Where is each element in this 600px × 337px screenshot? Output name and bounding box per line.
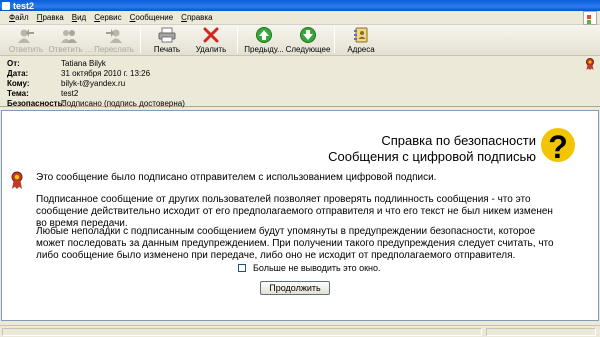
help-question-icon: ? <box>540 127 576 167</box>
to-label: Кому: <box>7 79 30 88</box>
continue-button[interactable]: Продолжить <box>260 281 330 295</box>
header-to-row: Кому: bilyk-t@yandex.ru <box>7 79 125 89</box>
delete-button[interactable]: Удалить <box>189 25 233 56</box>
status-bar <box>0 325 600 337</box>
toolbar-separator <box>237 27 238 53</box>
print-button[interactable]: Печать <box>145 25 189 56</box>
reply-all-button[interactable]: Ответить ... <box>48 25 92 56</box>
intro-text: Это сообщение было подписано отправителе… <box>36 172 437 183</box>
security-label: Безопасность: <box>7 99 66 108</box>
from-label: От: <box>7 59 20 68</box>
subject-label: Тема: <box>7 89 29 98</box>
window-title: test2 <box>13 0 35 11</box>
address-book-icon <box>352 27 370 43</box>
help-title: Справка по безопасности Сообщения с цифр… <box>328 133 536 164</box>
menu-edit[interactable]: Правка <box>37 13 64 22</box>
menu-help[interactable]: Справка <box>181 13 212 22</box>
signature-badge-icon[interactable] <box>585 58 595 70</box>
menu-tools[interactable]: Сервис <box>94 13 121 22</box>
paragraph-warnings: Любые неполадки с подписанным сообщением… <box>36 226 554 261</box>
previous-button[interactable]: Предыду... <box>242 25 286 56</box>
date-value: 31 октября 2010 г. 13:26 <box>61 69 151 78</box>
menu-bar: Файл Правка Вид Сервис Сообщение Справка <box>0 11 600 25</box>
arrow-down-icon <box>299 27 317 43</box>
svg-text:?: ? <box>548 129 568 165</box>
forward-button[interactable]: Переслать <box>92 25 136 56</box>
status-cell-zone <box>486 328 596 336</box>
reply-button[interactable]: Ответить <box>4 25 48 56</box>
message-header: От: Tatiana Bilyk Дата: 31 октября 2010 … <box>0 56 600 109</box>
dont-show-again-row[interactable]: Больше не выводить это окно. <box>238 263 381 273</box>
header-security-row: Безопасность: Подписано (подпись достове… <box>7 99 185 109</box>
header-subject-row: Тема: test2 <box>7 89 78 99</box>
menu-view[interactable]: Вид <box>72 13 86 22</box>
status-cell-main <box>2 328 482 336</box>
next-button[interactable]: Следующее <box>286 25 330 56</box>
paragraph-authenticity: Подписанное сообщение от других пользова… <box>36 194 553 229</box>
addresses-button[interactable]: Адреса <box>339 25 383 56</box>
menu-message[interactable]: Сообщение <box>130 13 174 22</box>
subject-value: test2 <box>61 89 79 98</box>
title-bar: test2 <box>0 0 600 11</box>
menu-file[interactable]: Файл <box>9 13 29 22</box>
dont-show-again-checkbox[interactable] <box>238 264 246 272</box>
app-icon <box>2 1 10 10</box>
toolbar-separator <box>334 27 335 53</box>
toolbar: Ответить Ответить ... Переслать Печать У… <box>0 25 600 56</box>
signed-certificate-icon <box>10 171 24 189</box>
from-value[interactable]: Tatiana Bilyk <box>61 59 106 69</box>
dont-show-again-label[interactable]: Больше не выводить это окно. <box>253 263 381 273</box>
to-value[interactable]: bilyk-t@yandex.ru <box>61 79 125 89</box>
header-from-row: От: Tatiana Bilyk <box>7 59 106 69</box>
delete-x-icon <box>202 27 220 43</box>
reply-all-icon <box>61 27 79 43</box>
windows-logo-icon <box>583 11 597 34</box>
reply-icon <box>17 27 35 43</box>
printer-icon <box>158 27 176 43</box>
arrow-up-icon <box>255 27 273 43</box>
security-value: Подписано (подпись достоверна) <box>61 99 185 108</box>
date-label: Дата: <box>7 69 29 78</box>
forward-icon <box>105 27 123 43</box>
header-date-row: Дата: 31 октября 2010 г. 13:26 <box>7 69 150 79</box>
security-help-pane: Справка по безопасности Сообщения с цифр… <box>1 110 599 321</box>
toolbar-separator <box>140 27 141 53</box>
